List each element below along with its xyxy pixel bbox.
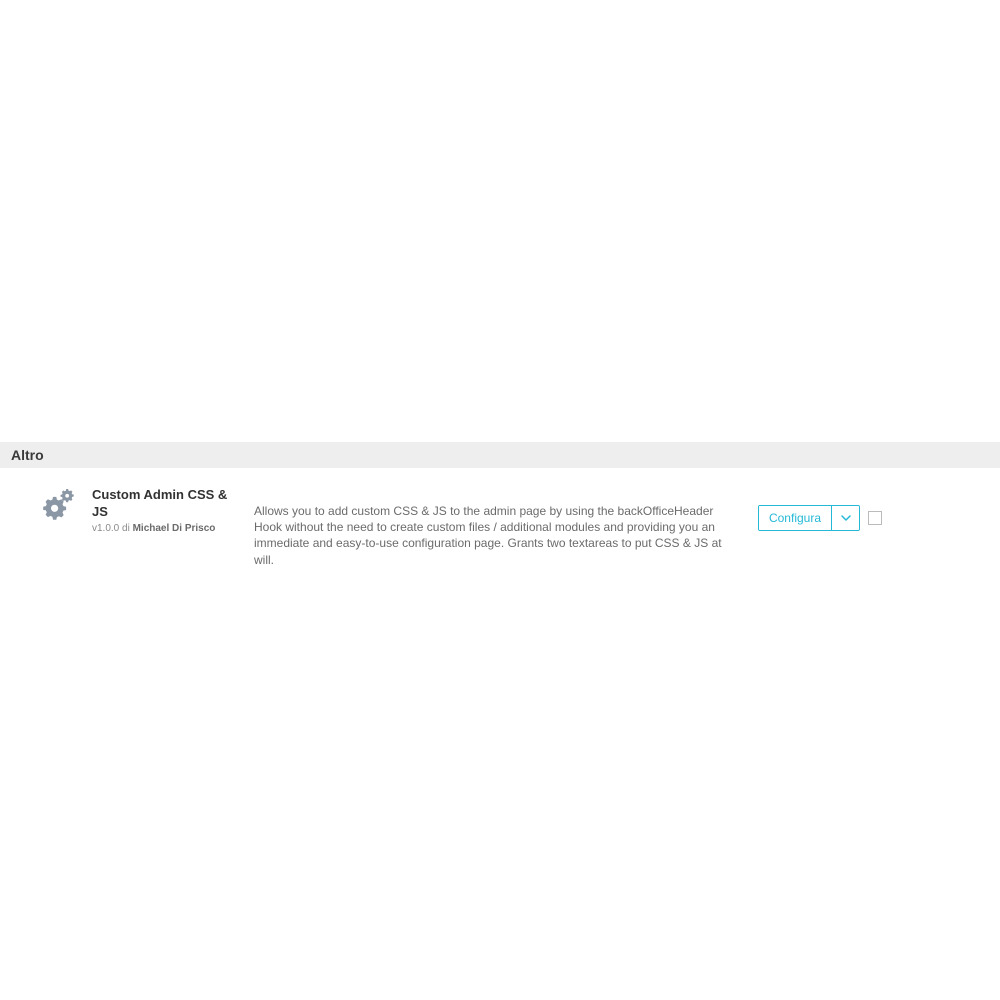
module-version-line: v1.0.0 di Michael Di Prisco — [92, 523, 242, 534]
section-header: Altro — [0, 442, 1000, 468]
module-description: Allows you to add custom CSS & JS to the… — [242, 487, 742, 568]
module-icon-col — [22, 487, 92, 521]
module-title-col: Custom Admin CSS & JS v1.0.0 di Michael … — [92, 487, 242, 534]
gears-icon — [40, 489, 74, 521]
configure-button-group: Configura — [758, 505, 860, 531]
module-actions: Configura — [742, 487, 882, 531]
chevron-down-icon — [841, 515, 851, 521]
module-author: Michael Di Prisco — [133, 523, 216, 534]
configure-button[interactable]: Configura — [759, 506, 831, 530]
select-module-checkbox[interactable] — [868, 511, 882, 525]
page: Altro Custom Admin CSS & JS v1.0.0 di Mi… — [0, 0, 1000, 1000]
module-title: Custom Admin CSS & JS — [92, 487, 242, 521]
module-row: Custom Admin CSS & JS v1.0.0 di Michael … — [6, 479, 994, 557]
module-version: v1.0.0 di — [92, 523, 133, 534]
configure-dropdown-button[interactable] — [831, 506, 859, 530]
